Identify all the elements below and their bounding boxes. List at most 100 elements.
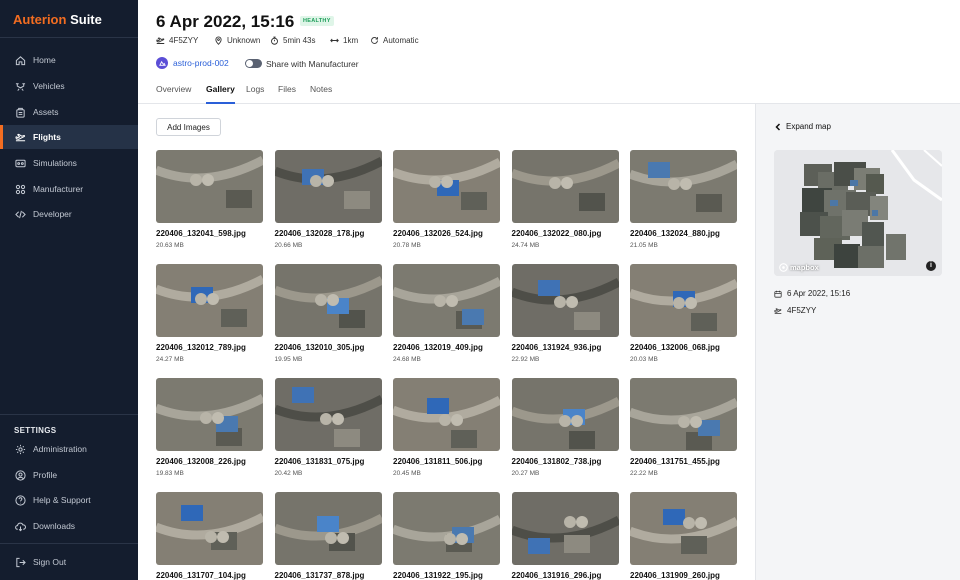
help-icon [15,494,26,506]
image-filename: 220406_131924_936.jpg [511,343,602,352]
logo[interactable]: Auterion Suite [13,12,102,27]
gallery-card[interactable]: 220406_131924_936.jpg 22.92 MB [511,264,620,363]
sidebar-item-label: Flights [33,132,61,142]
image-filesize: 20.66 MB [274,242,303,249]
sidebar-item-simulations[interactable]: Simulations [0,151,138,175]
chevron-left-icon [775,122,781,131]
map-side-panel: Expand map mapbox i 6 Apr 2022, 15:16 4F… [755,104,960,580]
profile-icon [15,469,26,481]
sidebar-item-label: Simulations [33,158,77,168]
sidebar-item-home[interactable]: Home [0,48,138,72]
image-filename: 220406_131707_104.jpg [156,571,246,580]
image-filename: 220406_132041_598.jpg [156,229,246,238]
tab-logs[interactable]: Logs [246,84,264,104]
share-toggle[interactable] [245,59,262,68]
gallery-card[interactable]: 220406_132019_409.jpg 24.68 MB [393,264,501,363]
sign-out-button[interactable]: Sign Out [0,550,138,574]
gallery-card[interactable]: 220406_131831_075.jpg 20.42 MB [274,378,383,477]
image-filename: 220406_131737_878.jpg [274,571,365,580]
sign-out-icon [16,557,26,567]
image-thumbnail[interactable] [393,264,500,337]
app-root: Auterion Suite Home Vehicles Assets Flig… [0,0,960,580]
image-thumbnail[interactable] [274,264,382,337]
mapbox-logo: mapbox [779,263,819,272]
drone-icon [15,82,26,91]
gallery-card[interactable]: 220406_132041_598.jpg 20.63 MB [156,150,264,249]
gallery-card[interactable]: 220406_131802_738.jpg 20.27 MB [511,378,620,477]
image-thumbnail[interactable] [511,264,619,337]
image-thumbnail[interactable] [630,264,737,337]
gallery-card[interactable]: 220406_131811_506.jpg 20.45 MB [393,378,501,477]
image-thumbnail[interactable] [274,150,382,223]
sidebar-item-help[interactable]: Help & Support [0,488,138,512]
flight-map[interactable]: mapbox i [774,150,942,276]
gallery-card[interactable]: 220406_132024_880.jpg 21.05 MB [630,150,738,249]
image-filesize: 22.92 MB [511,356,540,363]
sidebar-item-administration[interactable]: Administration [0,437,138,461]
sidebar-item-label: Administration [33,444,87,454]
image-thumbnail[interactable] [511,150,619,223]
gallery-card[interactable]: 220406_132026_524.jpg 20.78 MB [393,150,501,249]
sidebar-item-profile[interactable]: Profile [0,463,138,487]
image-thumbnail[interactable] [156,492,263,565]
image-filename: 220406_132028_178.jpg [274,229,365,238]
sidebar-item-developer[interactable]: Developer [0,202,138,226]
gallery-card[interactable]: 220406_131922_195.jpg [393,492,501,580]
team-link[interactable]: astro-prod-002 [156,57,229,69]
gallery-card[interactable]: 220406_132022_080.jpg 24.74 MB [511,150,620,249]
sidebar-item-manufacturer[interactable]: Manufacturer [0,177,138,201]
logo-suite: Suite [70,12,102,27]
image-thumbnail[interactable] [393,150,500,223]
map-info-icon[interactable]: i [926,261,936,271]
gallery-card[interactable]: 220406_131751_455.jpg 22.22 MB [630,378,738,477]
image-thumbnail[interactable] [630,492,737,565]
gallery-card[interactable]: 220406_131909_260.jpg [630,492,738,580]
image-thumbnail[interactable] [274,492,382,565]
side-date-value: 6 Apr 2022, 15:16 [787,289,851,298]
sidebar-divider [0,543,138,544]
sidebar-item-downloads[interactable]: Downloads [0,514,138,538]
tab-files[interactable]: Files [278,84,296,104]
meta-vehicle: 4F5ZYY [156,36,198,45]
logo-brand: Auterion [13,12,67,27]
team-icon [156,57,168,69]
gallery-card[interactable]: 220406_132012_789.jpg 24.27 MB [156,264,264,363]
image-thumbnail[interactable] [274,378,382,451]
add-images-button[interactable]: Add Images [156,118,221,136]
gallery-card[interactable]: 220406_131916_296.jpg [511,492,620,580]
image-thumbnail[interactable] [630,150,737,223]
image-filesize: 24.27 MB [156,356,184,363]
settings-heading: SETTINGS [14,426,57,435]
image-thumbnail[interactable] [156,264,263,337]
expand-map-button[interactable]: Expand map [774,122,831,131]
image-thumbnail[interactable] [393,378,500,451]
gallery-card[interactable]: 220406_132008_226.jpg 19.83 MB [156,378,264,477]
gallery-card[interactable]: 220406_132010_305.jpg 19.95 MB [274,264,383,363]
image-filesize: 21.05 MB [630,242,658,249]
image-filesize: 22.22 MB [630,470,658,477]
sidebar-item-label: Profile [33,470,58,480]
tab-notes[interactable]: Notes [310,84,332,104]
gallery-card[interactable]: 220406_131737_878.jpg [274,492,383,580]
image-thumbnail[interactable] [511,378,619,451]
tab-overview[interactable]: Overview [156,84,191,104]
image-thumbnail[interactable] [156,378,263,451]
image-thumbnail[interactable] [156,150,263,223]
tab-gallery[interactable]: Gallery [206,84,235,104]
gallery-card[interactable]: 220406_131707_104.jpg [156,492,264,580]
image-filesize: 24.74 MB [511,242,540,249]
image-thumbnail[interactable] [393,492,500,565]
gallery-card[interactable]: 220406_132006_068.jpg 20.03 MB [630,264,738,363]
image-thumbnail[interactable] [511,492,619,565]
meta-distance-value: 1km [343,36,359,45]
image-filesize: 20.78 MB [393,242,421,249]
sidebar-item-vehicles[interactable]: Vehicles [0,74,138,98]
meta-duration-value: 5min 43s [283,36,316,45]
image-filesize: 20.03 MB [630,356,658,363]
image-thumbnail[interactable] [630,378,737,451]
sidebar-item-assets[interactable]: Assets [0,100,138,124]
gallery-card[interactable]: 220406_132028_178.jpg 20.66 MB [274,150,383,249]
team-name: astro-prod-002 [173,58,229,68]
sidebar-item-flights[interactable]: Flights [0,125,138,149]
side-date: 6 Apr 2022, 15:16 [774,289,850,298]
